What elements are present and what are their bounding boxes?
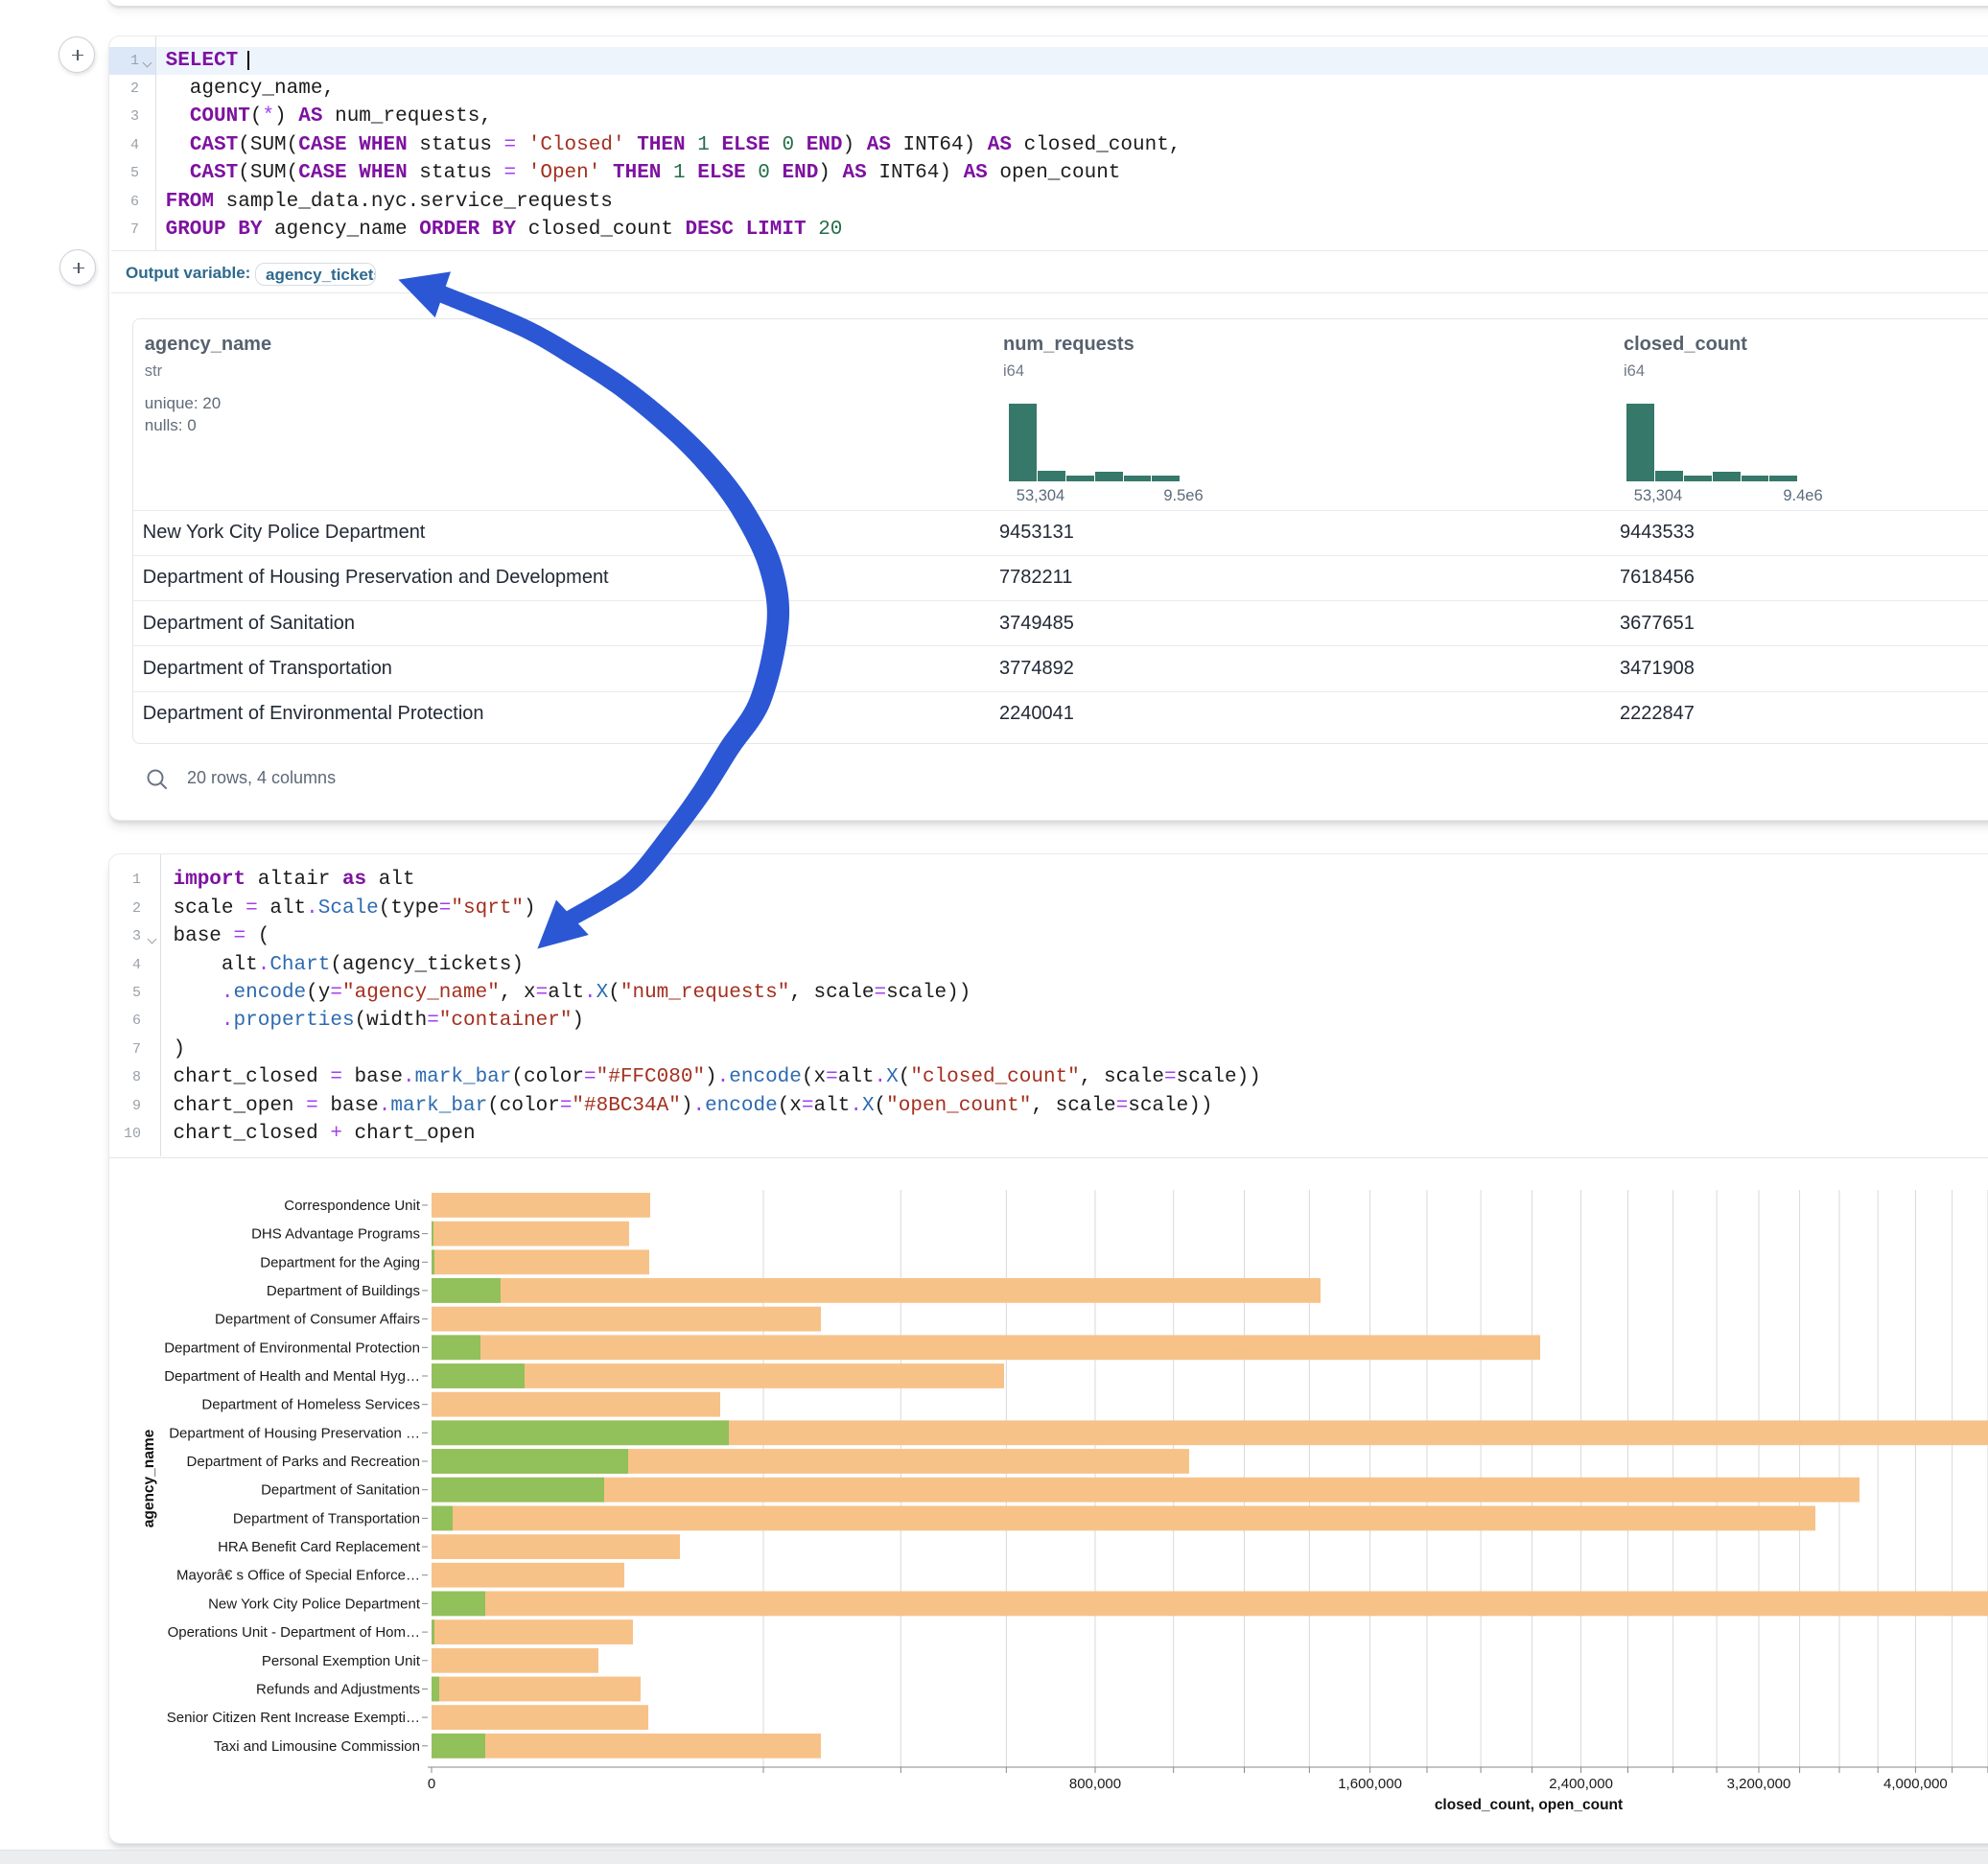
svg-text:Mayorâ€ s Office of Special En: Mayorâ€ s Office of Special Enforce… <box>176 1568 420 1584</box>
svg-text:Department of Buildings: Department of Buildings <box>267 1283 420 1299</box>
svg-text:HRA Benefit Card Replacement: HRA Benefit Card Replacement <box>218 1539 421 1555</box>
svg-text:Personal Exemption Unit: Personal Exemption Unit <box>262 1653 421 1669</box>
svg-text:0: 0 <box>428 1776 435 1792</box>
svg-text:2,400,000: 2,400,000 <box>1549 1776 1613 1792</box>
svg-text:New York City Police Departmen: New York City Police Department <box>208 1596 421 1612</box>
svg-text:Department of Sanitation: Department of Sanitation <box>261 1482 420 1499</box>
svg-text:Department of Health and Menta: Department of Health and Mental Hyg… <box>164 1368 420 1385</box>
svg-text:3,200,000: 3,200,000 <box>1727 1776 1791 1792</box>
svg-text:Department of Environmental Pr: Department of Environmental Protection <box>164 1340 420 1356</box>
svg-text:DHS Advantage Programs: DHS Advantage Programs <box>251 1226 420 1243</box>
svg-text:Department of Consumer Affairs: Department of Consumer Affairs <box>215 1312 420 1328</box>
svg-text:Operations Unit - Department o: Operations Unit - Department of Hom… <box>168 1624 420 1641</box>
svg-text:1,600,000: 1,600,000 <box>1338 1776 1402 1792</box>
svg-text:4,000,000: 4,000,000 <box>1883 1776 1948 1792</box>
svg-text:800,000: 800,000 <box>1069 1776 1121 1792</box>
svg-text:Department of Transportation: Department of Transportation <box>233 1510 420 1526</box>
svg-text:Department of Parks and Recrea: Department of Parks and Recreation <box>187 1454 420 1470</box>
svg-text:closed_count, open_count: closed_count, open_count <box>1435 1797 1623 1813</box>
svg-text:Taxi and Limousine Commission: Taxi and Limousine Commission <box>214 1738 420 1755</box>
svg-text:agency_name: agency_name <box>141 1429 157 1527</box>
svg-text:Refunds and Adjustments: Refunds and Adjustments <box>256 1682 420 1698</box>
svg-text:Department of Homeless Service: Department of Homeless Services <box>201 1397 420 1413</box>
svg-text:Department for the Aging: Department for the Aging <box>260 1254 420 1270</box>
svg-text:Department of Housing Preserva: Department of Housing Preservation … <box>169 1425 420 1441</box>
svg-text:Correspondence Unit: Correspondence Unit <box>284 1198 421 1214</box>
svg-text:Senior Citizen Rent Increase E: Senior Citizen Rent Increase Exempti… <box>167 1710 420 1726</box>
